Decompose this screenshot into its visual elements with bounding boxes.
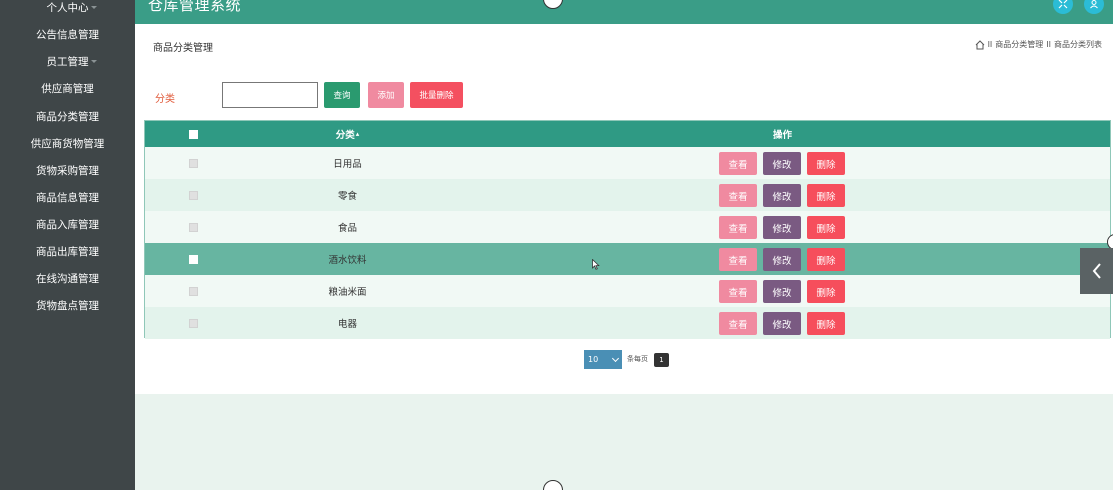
edit-button[interactable]: 修改 bbox=[763, 280, 801, 303]
table-row[interactable]: 日用品 查看 修改 删除 bbox=[145, 147, 1110, 179]
row-checkbox[interactable] bbox=[188, 254, 198, 264]
view-button[interactable]: 查看 bbox=[719, 312, 757, 335]
sidebar-item-stock-out[interactable]: 商品出库管理 bbox=[0, 238, 135, 265]
top-header: 仓库管理系统 bbox=[135, 0, 1113, 24]
view-button[interactable]: 查看 bbox=[719, 152, 757, 175]
sidebar: 个人中心 公告信息管理 员工管理 供应商管理 商品分类管理 供应商货物管理 货物… bbox=[0, 0, 135, 490]
chevron-down-icon bbox=[89, 115, 95, 118]
column-header-category[interactable]: 分类 ▴ bbox=[305, 121, 390, 147]
chevron-down-icon bbox=[89, 304, 95, 307]
delete-button[interactable]: 删除 bbox=[807, 312, 845, 335]
sidebar-item-purchasing[interactable]: 货物采购管理 bbox=[0, 157, 135, 184]
row-checkbox[interactable] bbox=[188, 222, 198, 232]
page-size-value: 10 bbox=[588, 355, 599, 364]
user-button[interactable] bbox=[1084, 0, 1104, 14]
table-row[interactable]: 食品 查看 修改 删除 bbox=[145, 211, 1110, 243]
view-button[interactable]: 查看 bbox=[719, 280, 757, 303]
bottom-circle-handle bbox=[543, 480, 563, 490]
chevron-down-icon bbox=[94, 142, 100, 145]
chevron-down-icon bbox=[89, 33, 95, 36]
view-button[interactable]: 查看 bbox=[719, 184, 757, 207]
per-page-label: 条每页 bbox=[627, 355, 648, 363]
search-button[interactable]: 查询 bbox=[324, 82, 360, 108]
row-checkbox[interactable] bbox=[188, 318, 198, 328]
sidebar-item-stock-in[interactable]: 商品入库管理 bbox=[0, 211, 135, 238]
chevron-down-icon bbox=[89, 250, 95, 253]
delete-button[interactable]: 删除 bbox=[807, 184, 845, 207]
category-cell: 食品 bbox=[337, 223, 357, 234]
category-search-label: 分类 bbox=[155, 94, 175, 105]
edit-button[interactable]: 修改 bbox=[763, 152, 801, 175]
select-all-checkbox[interactable] bbox=[185, 121, 201, 147]
edit-button[interactable]: 修改 bbox=[763, 312, 801, 335]
edit-button[interactable]: 修改 bbox=[763, 184, 801, 207]
row-checkbox[interactable] bbox=[188, 286, 198, 296]
view-button[interactable]: 查看 bbox=[719, 248, 757, 271]
chevron-down-icon bbox=[91, 6, 97, 9]
row-checkbox[interactable] bbox=[188, 190, 198, 200]
chevron-down-icon bbox=[91, 60, 97, 63]
sidebar-item-inventory-check[interactable]: 货物盘点管理 bbox=[0, 292, 135, 319]
home-icon[interactable] bbox=[975, 39, 985, 50]
app-title: 仓库管理系统 bbox=[148, 0, 242, 14]
sidebar-item-label: 员工管理 bbox=[46, 56, 89, 68]
add-button[interactable]: 添加 bbox=[368, 82, 404, 108]
column-header-actions: 操作 bbox=[772, 130, 792, 141]
chevron-down-icon bbox=[89, 196, 95, 199]
page-number-button[interactable]: 1 bbox=[654, 353, 669, 367]
chevron-left-icon bbox=[1092, 263, 1101, 279]
breadcrumb-separator: II bbox=[1046, 40, 1051, 49]
category-table: 分类 ▴ 操作 日用品 查看 修改 删除 零食 查看 修改 删除 食品 查看 修改… bbox=[144, 120, 1111, 339]
delete-button[interactable]: 删除 bbox=[807, 216, 845, 239]
breadcrumb-item-category-list: 商品分类列表 bbox=[1054, 40, 1102, 49]
checkbox[interactable] bbox=[188, 129, 198, 139]
page-title: 商品分类管理 bbox=[153, 43, 213, 54]
sidebar-item-personal-center[interactable]: 个人中心 bbox=[0, 0, 135, 21]
mouse-cursor-icon bbox=[592, 259, 600, 270]
table-row[interactable]: 零食 查看 修改 删除 bbox=[145, 179, 1110, 211]
breadcrumb-item-category-manage[interactable]: 商品分类管理 bbox=[995, 39, 1043, 50]
table-row[interactable]: 电器 查看 修改 删除 bbox=[145, 307, 1110, 339]
category-cell: 日用品 bbox=[333, 159, 362, 170]
category-cell: 电器 bbox=[337, 319, 357, 330]
user-icon bbox=[1090, 0, 1098, 9]
edit-button[interactable]: 修改 bbox=[763, 216, 801, 239]
category-cell: 酒水饮料 bbox=[328, 255, 367, 266]
breadcrumb-separator: II bbox=[987, 40, 993, 49]
delete-button[interactable]: 删除 bbox=[807, 152, 845, 175]
breadcrumb: II 商品分类管理 II 商品分类列表 bbox=[975, 39, 1102, 50]
sidebar-item-supplier-goods[interactable]: 供应商货物管理 bbox=[0, 130, 135, 157]
sidebar-item-announcements[interactable]: 公告信息管理 bbox=[0, 21, 135, 48]
sort-icon[interactable]: ▴ bbox=[356, 130, 360, 138]
batch-delete-button[interactable]: 批量删除 bbox=[410, 82, 463, 108]
chevron-down-icon bbox=[89, 169, 95, 172]
sidebar-item-label: 个人中心 bbox=[46, 2, 89, 14]
sidebar-item-product-categories[interactable]: 商品分类管理 bbox=[0, 103, 135, 130]
table-row[interactable]: 粮油米面 查看 修改 删除 bbox=[145, 275, 1110, 307]
edit-button[interactable]: 修改 bbox=[763, 248, 801, 271]
fullscreen-button[interactable] bbox=[1053, 0, 1073, 14]
row-checkbox[interactable] bbox=[188, 158, 198, 168]
sidebar-item-employees[interactable]: 员工管理 bbox=[0, 48, 135, 75]
chevron-down-icon bbox=[85, 87, 91, 90]
sidebar-item-product-info[interactable]: 商品信息管理 bbox=[0, 184, 135, 211]
sidebar-item-suppliers[interactable]: 供应商管理 bbox=[0, 75, 135, 102]
table-header: 分类 ▴ 操作 bbox=[145, 121, 1110, 147]
table-row[interactable]: 酒水饮料 查看 修改 删除 bbox=[145, 243, 1110, 275]
drawer-toggle-button[interactable] bbox=[1080, 248, 1113, 294]
chevron-down-icon bbox=[89, 223, 95, 226]
category-cell: 粮油米面 bbox=[328, 287, 367, 298]
view-button[interactable]: 查看 bbox=[719, 216, 757, 239]
page-size-select[interactable]: 10 bbox=[584, 350, 622, 369]
category-cell: 零食 bbox=[337, 191, 357, 202]
chevron-down-icon bbox=[611, 354, 620, 363]
category-search-input[interactable] bbox=[222, 82, 318, 108]
chevron-down-icon bbox=[89, 277, 95, 280]
delete-button[interactable]: 删除 bbox=[807, 280, 845, 303]
fullscreen-icon bbox=[1058, 0, 1068, 9]
sidebar-item-online-chat[interactable]: 在线沟通管理 bbox=[0, 265, 135, 292]
content-panel: 商品分类管理 II 商品分类管理 II 商品分类列表 分类 查询 添加 批量删除… bbox=[135, 24, 1113, 394]
delete-button[interactable]: 删除 bbox=[807, 248, 845, 271]
